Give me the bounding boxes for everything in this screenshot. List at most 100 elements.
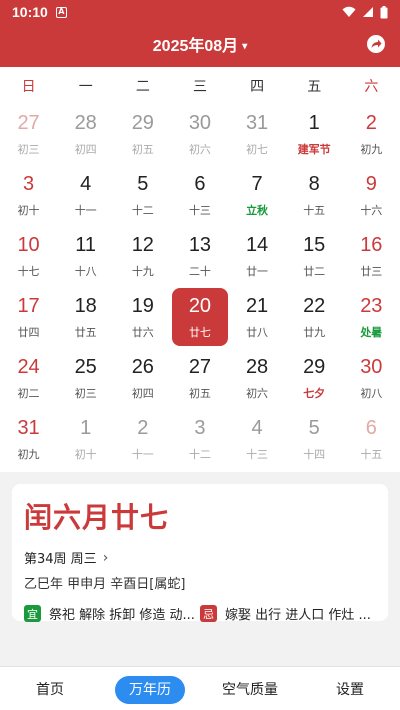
- calendar-day[interactable]: 31 初九: [0, 410, 57, 471]
- lunar-day-label: 初五: [131, 143, 154, 156]
- calendar-day[interactable]: 4 十三: [229, 410, 286, 471]
- lunar-day-label: 初三: [17, 143, 40, 156]
- calendar-day[interactable]: 7 立秋: [229, 166, 286, 227]
- ji-text: 嫁娶 出行 进人口 作灶 ...: [225, 608, 371, 623]
- day-number: 6: [365, 417, 377, 439]
- calendar-day[interactable]: 13 二十: [171, 227, 228, 288]
- calendar-day[interactable]: 22 廿九: [286, 288, 343, 349]
- nav-tab[interactable]: 万年历: [100, 675, 200, 704]
- calendar-day[interactable]: 8 十五: [286, 166, 343, 227]
- day-number: 4: [80, 173, 92, 195]
- calendar-day[interactable]: 28 初四: [57, 105, 114, 166]
- calendar-day[interactable]: 25 初三: [57, 349, 114, 410]
- day-number: 28: [74, 112, 97, 134]
- day-number: 5: [308, 417, 320, 439]
- day-number: 2: [365, 112, 377, 134]
- calendar-day[interactable]: 14 廿一: [229, 227, 286, 288]
- day-number: 9: [365, 173, 377, 195]
- lunar-day-label: 十八: [74, 265, 97, 278]
- app-header: 10:10 A 2025年08月 ▾: [0, 0, 400, 67]
- month-selector[interactable]: 2025年08月 ▾: [0, 32, 400, 56]
- calendar-day[interactable]: 30 初六: [171, 105, 228, 166]
- calendar-day[interactable]: 15 廿二: [286, 227, 343, 288]
- share-icon[interactable]: [366, 34, 386, 54]
- calendar-day[interactable]: 29 初五: [114, 105, 171, 166]
- lunar-day-label: 十三: [188, 204, 211, 217]
- lunar-day-label: 立秋: [246, 204, 269, 217]
- lunar-day-label: 处暑: [360, 326, 383, 339]
- calendar-day[interactable]: 9 十六: [343, 166, 400, 227]
- ji-badge: 忌: [200, 605, 217, 622]
- calendar-day[interactable]: 3 十二: [171, 410, 228, 471]
- lunar-day-label: 初二: [17, 387, 40, 400]
- wifi-icon: [342, 6, 356, 17]
- calendar-day[interactable]: 2 初九: [343, 105, 400, 166]
- lunar-day-label: 初六: [188, 143, 211, 156]
- calendar-day[interactable]: 23 处暑: [343, 288, 400, 349]
- lunar-day-label: 十二: [188, 448, 211, 461]
- lunar-day-label: 十六: [360, 204, 383, 217]
- calendar-day[interactable]: 6 十五: [343, 410, 400, 471]
- calendar-day[interactable]: 24 初二: [0, 349, 57, 410]
- nav-tab[interactable]: 空气质量: [200, 679, 300, 699]
- calendar-day[interactable]: 2 十一: [114, 410, 171, 471]
- calendar-day[interactable]: 29 七夕: [286, 349, 343, 410]
- calendar-day[interactable]: 5 十二: [114, 166, 171, 227]
- calendar-day[interactable]: 5 十四: [286, 410, 343, 471]
- day-detail-card[interactable]: 闰六月廿七 第34周 周三 › 乙巳年 甲申月 辛酉日[属蛇] 宜 祭祀 解除 …: [12, 484, 388, 623]
- lunar-day-label: 初九: [17, 448, 40, 461]
- calendar-day[interactable]: 17 廿四: [0, 288, 57, 349]
- calendar-day[interactable]: 16 廿三: [343, 227, 400, 288]
- day-number: 16: [360, 234, 383, 256]
- month-calendar: 日一二三四五六 27 初三 28 初四 29 初五 30 初六 31 初七 1 建军节 2 初九 3 初十 4 十…: [0, 67, 400, 472]
- day-number: 14: [245, 234, 269, 256]
- lunar-day-label: 十九: [131, 265, 154, 278]
- week-info[interactable]: 第34周 周三 ›: [24, 548, 376, 568]
- lunar-day-label: 初四: [74, 143, 97, 156]
- nav-tab[interactable]: 首页: [0, 679, 100, 699]
- calendar-day[interactable]: 27 初三: [0, 105, 57, 166]
- ji-item[interactable]: 忌 嫁娶 出行 进人口 作灶 ...: [200, 604, 376, 623]
- nav-tab[interactable]: 设置: [300, 679, 400, 699]
- chevron-right-icon: ›: [102, 549, 109, 566]
- yi-item[interactable]: 宜 祭祀 解除 拆卸 修造 动...: [24, 604, 200, 623]
- calendar-day[interactable]: 31 初七: [229, 105, 286, 166]
- battery-icon: [380, 5, 388, 18]
- app-notification-icon: A: [55, 6, 67, 18]
- day-number: 19: [131, 295, 154, 317]
- calendar-day[interactable]: 26 初四: [114, 349, 171, 410]
- calendar-day-selected[interactable]: 20 廿七: [171, 288, 228, 349]
- calendar-day[interactable]: 30 初八: [343, 349, 400, 410]
- week-info-text: 第34周 周三: [24, 552, 97, 567]
- lunar-day-label: 初十: [17, 204, 40, 217]
- day-number: 20: [188, 295, 212, 317]
- calendar-week-row: 10 十七 11 十八 12 十九 13 二十 14 廿一 15 廿二 16 廿三: [0, 227, 400, 288]
- day-number: 28: [245, 356, 269, 378]
- calendar-day[interactable]: 1 建军节: [286, 105, 343, 166]
- calendar-day[interactable]: 6 十三: [171, 166, 228, 227]
- calendar-day[interactable]: 21 廿八: [229, 288, 286, 349]
- weekday-label: 四: [250, 79, 265, 95]
- calendar-day[interactable]: 10 十七: [0, 227, 57, 288]
- calendar-day[interactable]: 1 初十: [57, 410, 114, 471]
- calendar-day[interactable]: 18 廿五: [57, 288, 114, 349]
- signal-icon: [363, 7, 373, 17]
- lunar-day-label: 初八: [360, 387, 383, 400]
- day-number: 12: [131, 234, 154, 256]
- lunar-day-label: 廿八: [246, 326, 269, 339]
- day-number: 13: [188, 234, 212, 256]
- calendar-day[interactable]: 4 十一: [57, 166, 114, 227]
- calendar-day[interactable]: 11 十八: [57, 227, 114, 288]
- lunar-day-label: 廿一: [246, 265, 269, 278]
- calendar-day[interactable]: 3 初十: [0, 166, 57, 227]
- calendar-day[interactable]: 12 十九: [114, 227, 171, 288]
- lunar-day-label: 廿六: [131, 326, 154, 339]
- day-number: 22: [303, 295, 326, 317]
- lunar-day-label: 十二: [131, 204, 154, 217]
- day-number: 7: [251, 173, 263, 195]
- calendar-day[interactable]: 19 廿六: [114, 288, 171, 349]
- calendar-day[interactable]: 27 初五: [171, 349, 228, 410]
- yi-text: 祭祀 解除 拆卸 修造 动...: [49, 608, 195, 623]
- lunar-day-label: 十五: [360, 448, 383, 461]
- calendar-day[interactable]: 28 初六: [229, 349, 286, 410]
